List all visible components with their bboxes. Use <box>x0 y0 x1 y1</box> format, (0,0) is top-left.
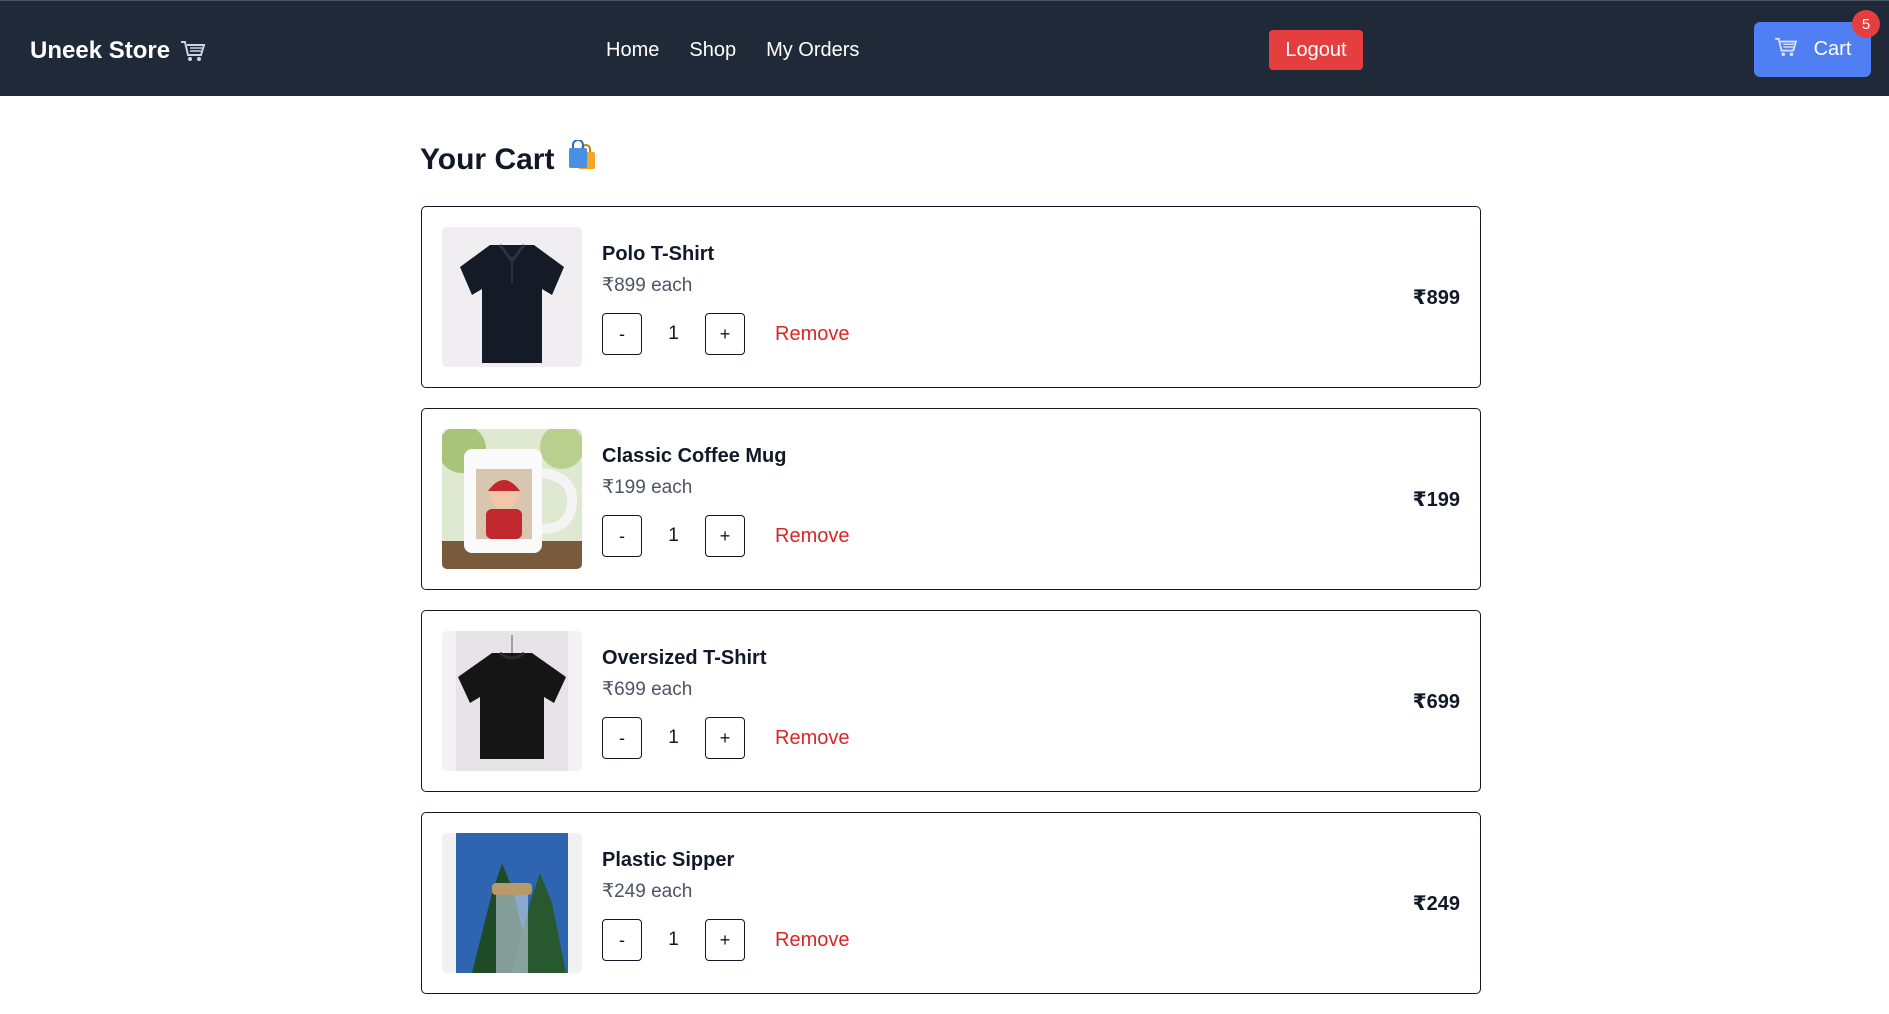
nav-my-orders[interactable]: My Orders <box>766 39 859 62</box>
quantity-stepper: - 1 + Remove <box>602 313 849 355</box>
quantity-value: 1 <box>668 323 679 344</box>
cart-item: Polo T-Shirt ₹899 each - 1 + Remove ₹899 <box>421 206 1481 388</box>
item-name: Polo T-Shirt <box>602 243 715 265</box>
logout-button[interactable]: Logout <box>1269 30 1363 70</box>
shopping-cart-icon <box>180 40 206 62</box>
increment-button[interactable]: + <box>705 313 745 355</box>
decrement-button[interactable]: - <box>602 515 642 557</box>
cart-icon <box>1774 37 1798 63</box>
remove-button[interactable]: Remove <box>775 323 849 346</box>
cart-count-badge: 5 <box>1852 10 1880 38</box>
increment-button[interactable]: + <box>705 717 745 759</box>
quantity-value: 1 <box>668 929 679 950</box>
main-nav: Home Shop My Orders <box>606 39 859 62</box>
cart-item: Classic Coffee Mug ₹199 each - 1 + Remov… <box>421 408 1481 590</box>
quantity-stepper: - 1 + Remove <box>602 919 849 961</box>
product-image-plastic-sipper <box>442 833 582 973</box>
product-image-coffee-mug <box>442 429 582 569</box>
cart-list: Polo T-Shirt ₹899 each - 1 + Remove ₹899 <box>421 206 1481 1014</box>
nav-shop[interactable]: Shop <box>689 39 736 62</box>
item-unit-price: ₹199 each <box>602 477 693 498</box>
decrement-button[interactable]: - <box>602 919 642 961</box>
quantity-value: 1 <box>668 727 679 748</box>
cart-button-label: Cart <box>1813 38 1852 60</box>
item-name: Plastic Sipper <box>602 849 735 871</box>
remove-button[interactable]: Remove <box>775 727 849 750</box>
quantity-stepper: - 1 + Remove <box>602 515 849 557</box>
remove-button[interactable]: Remove <box>775 525 849 548</box>
product-image-oversized-tshirt <box>442 631 582 771</box>
cart-item: Oversized T-Shirt ₹699 each - 1 + Remove… <box>421 610 1481 792</box>
item-unit-price: ₹699 each <box>602 679 693 700</box>
item-total: ₹199 <box>1412 489 1460 511</box>
navbar: Uneek Store Home Shop My Orders Logout C… <box>0 0 1889 96</box>
quantity-stepper: - 1 + Remove <box>602 717 849 759</box>
brand-name: Uneek Store <box>30 37 171 64</box>
brand-logo[interactable]: Uneek Store <box>30 37 206 65</box>
item-name: Oversized T-Shirt <box>602 647 767 669</box>
cart-item: Plastic Sipper ₹249 each - 1 + Remove ₹2… <box>421 812 1481 994</box>
item-name: Classic Coffee Mug <box>602 445 787 467</box>
increment-button[interactable]: + <box>705 515 745 557</box>
increment-button[interactable]: + <box>705 919 745 961</box>
nav-home[interactable]: Home <box>606 39 659 62</box>
item-unit-price: ₹899 each <box>602 275 693 296</box>
quantity-value: 1 <box>668 525 679 546</box>
decrement-button[interactable]: - <box>602 717 642 759</box>
shopping-bags-icon <box>566 139 598 180</box>
page-title: Your Cart <box>420 139 598 180</box>
item-total: ₹699 <box>1412 691 1460 713</box>
item-total: ₹249 <box>1412 893 1460 915</box>
product-image-polo-shirt <box>442 227 582 367</box>
item-total: ₹899 <box>1412 287 1460 309</box>
remove-button[interactable]: Remove <box>775 929 849 952</box>
decrement-button[interactable]: - <box>602 313 642 355</box>
item-unit-price: ₹249 each <box>602 881 693 902</box>
page-title-text: Your Cart <box>420 143 555 176</box>
